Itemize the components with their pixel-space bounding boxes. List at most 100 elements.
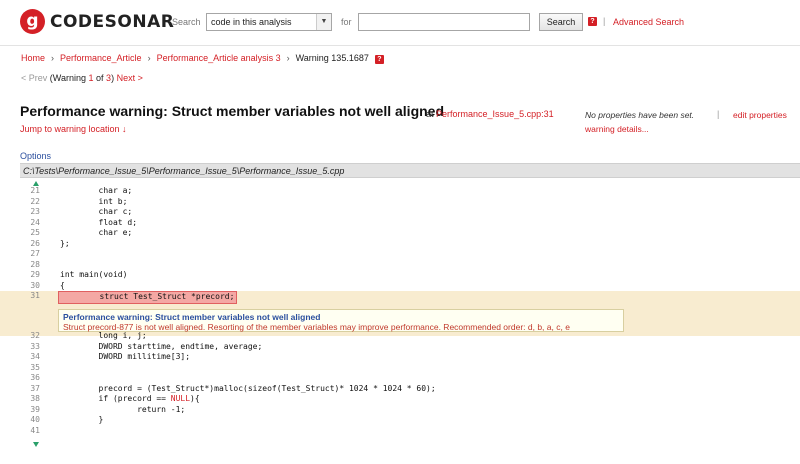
line-number: 35	[30, 362, 40, 372]
breadcrumb: Home › Performance_Article › Performance_Art…	[21, 53, 384, 64]
options-link[interactable]: Options	[20, 151, 51, 161]
breadcrumb-analysis[interactable]: Performance_Article analysis 3	[157, 53, 281, 63]
advanced-search-link[interactable]: Advanced Search	[613, 17, 684, 27]
code-line: 38 if (precord == NULL){	[0, 394, 800, 405]
line-number: 39	[30, 404, 40, 414]
pager-of: of	[96, 73, 104, 83]
code-line: 31 struct Test_Struct *precord;	[0, 291, 800, 304]
null-keyword: NULL	[170, 394, 191, 403]
line-number: 25	[30, 228, 40, 237]
next-link[interactable]: Next >	[117, 73, 143, 83]
code-line: 23 char c;	[0, 207, 800, 218]
code-line: 39 return -1;	[0, 405, 800, 416]
breadcrumb-separator: ›	[51, 53, 55, 63]
code-text-part: if (precord ==	[60, 394, 171, 403]
warning-location: at Performance_Issue_5.cpp:31	[426, 109, 554, 119]
warning-pager: < Prev (Warning 1 of 3) Next >	[21, 73, 143, 83]
code-text: int main(void)	[60, 270, 128, 279]
pager-open: (Warning	[49, 73, 86, 83]
warning-location-link[interactable]: Performance_Issue_5.cpp:31	[436, 109, 554, 119]
line-number: 29	[30, 270, 40, 279]
prev-link[interactable]: < Prev	[21, 73, 47, 83]
warning-code-line: struct Test_Struct *precord;	[58, 291, 238, 304]
codesonar-logo-icon[interactable]: g	[20, 9, 45, 34]
line-number: 21	[30, 186, 40, 195]
breadcrumb-project[interactable]: Performance_Article	[60, 53, 142, 63]
edit-properties-link[interactable]: edit properties	[733, 110, 787, 120]
pager-current[interactable]: 1	[88, 73, 93, 83]
line-number: 26	[30, 238, 40, 248]
line-number: 40	[30, 415, 40, 424]
code-line: 37 precord = (Test_Struct*)malloc(sizeof…	[0, 384, 800, 395]
for-label: for	[341, 17, 352, 27]
code-text: DWORD starttime, endtime, average;	[60, 341, 263, 351]
code-line: 22 int b;	[0, 197, 800, 208]
line-number: 34	[30, 352, 40, 361]
code-line: 41	[0, 426, 800, 437]
warning-popup-text: Struct precord-877 is not well aligned. …	[63, 322, 570, 332]
warning-popup: Performance warning: Struct member varia…	[58, 309, 624, 332]
code-text: {	[60, 280, 65, 290]
line-number: 36	[30, 373, 40, 382]
warning-popup-title: Performance warning: Struct member varia…	[63, 312, 321, 322]
breadcrumb-current: Warning 135.1687	[295, 53, 369, 63]
warning-at-label: at	[426, 109, 434, 119]
pager-close: )	[111, 73, 115, 83]
code-text-part: ){	[190, 394, 200, 403]
code-line: 34 DWORD millitime[3];	[0, 352, 800, 363]
chevron-down-icon[interactable]: ▼	[316, 14, 331, 30]
line-number: 41	[30, 425, 40, 435]
file-path-bar: C:\Tests\Performance_Issue_5\Performance…	[20, 163, 800, 178]
page-title: Performance warning: Struct member varia…	[20, 103, 445, 119]
code-text: char a;	[60, 186, 133, 195]
breadcrumb-separator: ›	[147, 53, 151, 63]
codesonar-logo-text[interactable]: CODESONAR	[50, 12, 174, 32]
jump-to-location-link[interactable]: Jump to warning location ↓	[20, 124, 127, 134]
code-line: 26};	[0, 239, 800, 250]
code-text: precord = (Test_Struct*)malloc(sizeof(Te…	[60, 383, 436, 393]
search-scope-select[interactable]: code in this analysis ▼	[206, 13, 332, 31]
code-text: }	[60, 415, 104, 424]
code-line: 36	[0, 373, 800, 384]
code-line: 40 }	[0, 415, 800, 426]
breadcrumb-home[interactable]: Home	[21, 53, 45, 63]
code-text: long i, j;	[60, 331, 147, 340]
search-scope-value: code in this analysis	[211, 17, 292, 27]
search-label: Search	[172, 17, 201, 27]
line-number: 28	[30, 259, 40, 269]
line-number: 37	[30, 383, 40, 393]
line-number: 23	[30, 207, 40, 216]
search-button[interactable]: Search	[539, 13, 583, 31]
code-text: char e;	[60, 228, 133, 237]
properties-separator: |	[717, 109, 720, 119]
code-line: 28	[0, 260, 800, 271]
line-number: 27	[30, 249, 40, 258]
code-line: 27	[0, 249, 800, 260]
line-number: 22	[30, 196, 40, 206]
line-number: 33	[30, 341, 40, 351]
code-text: };	[60, 238, 70, 248]
scroll-down-icon[interactable]	[33, 442, 39, 447]
code-text: int b;	[60, 196, 128, 206]
code-line: 29 int main(void)	[0, 270, 800, 281]
code-text: char c;	[60, 207, 133, 216]
help-icon[interactable]: ?	[374, 55, 384, 64]
line-number: 32	[30, 331, 40, 340]
no-properties-text: No properties have been set.	[585, 110, 695, 120]
line-number: 31	[30, 291, 40, 300]
line-number: 24	[30, 217, 40, 227]
line-number: 30	[30, 280, 40, 290]
line-number: 38	[30, 394, 40, 403]
code-line: 35	[0, 363, 800, 374]
warning-details-link[interactable]: warning details...	[585, 124, 649, 134]
code-line: 32 long i, j;	[0, 331, 800, 342]
search-input[interactable]	[358, 13, 530, 31]
code-line: 24 float d;	[0, 218, 800, 229]
breadcrumb-separator: ›	[286, 53, 290, 63]
code-line: 33 DWORD starttime, endtime, average;	[0, 342, 800, 353]
code-text: float d;	[60, 217, 138, 227]
help-icon[interactable]: ?	[588, 17, 597, 26]
code-text: if (precord == NULL){	[60, 394, 200, 405]
code-text: DWORD millitime[3];	[60, 352, 191, 361]
header-separator: |	[603, 16, 606, 26]
